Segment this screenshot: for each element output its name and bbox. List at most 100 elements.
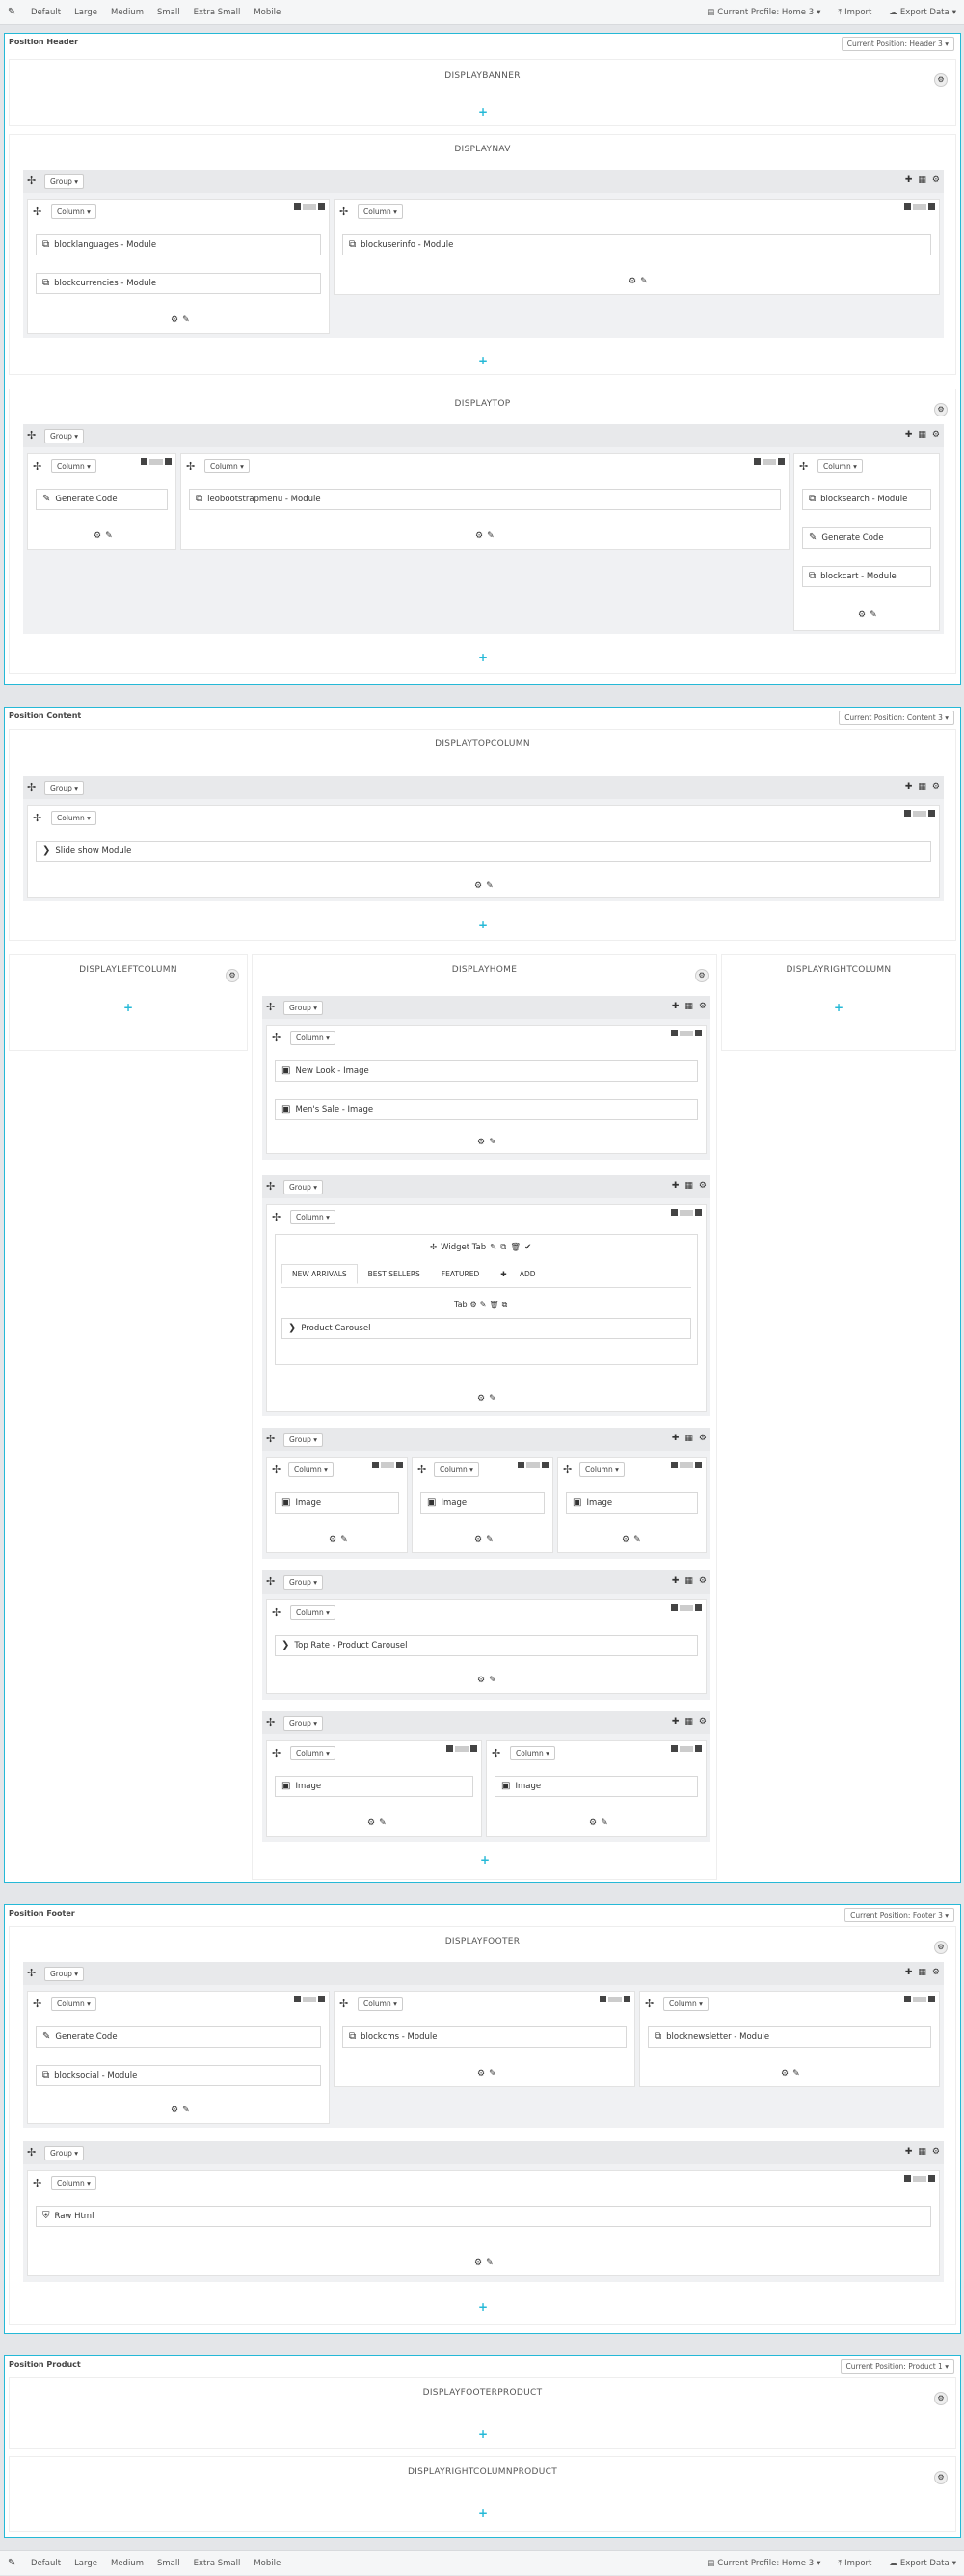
grid-icon[interactable]: ▦ (918, 2147, 926, 2157)
move-icon[interactable]: ✢ (430, 1243, 437, 1252)
gear-icon[interactable]: ⚙ (699, 1181, 707, 1191)
module-item[interactable]: ✎ Generate Code (802, 527, 931, 549)
column-dropdown[interactable]: Column ▾ (51, 459, 96, 473)
add-group-button[interactable]: + (834, 1002, 844, 1013)
group-dropdown[interactable]: Group ▾ (283, 1001, 323, 1015)
module-item[interactable]: ⧉ blockcart - Module (802, 566, 931, 587)
device-large[interactable]: Large (74, 8, 97, 17)
gear-icon[interactable]: ⚙ (367, 1818, 375, 1828)
edit-icon[interactable]: ✎ (379, 1818, 387, 1828)
export-button[interactable]: ☁ Export Data ▾ (889, 2559, 956, 2568)
move-icon[interactable]: ✢ (33, 813, 41, 823)
gear-icon[interactable]: ⚙ (932, 782, 940, 792)
grid-icon[interactable]: ▦ (684, 1181, 693, 1191)
tab-new-arrivals[interactable]: NEW ARRIVALS (281, 1264, 358, 1284)
group-dropdown[interactable]: Group ▾ (44, 1967, 84, 1981)
grid-icon[interactable]: ▦ (684, 1717, 693, 1727)
module-item[interactable]: ❯ Product Carousel (281, 1318, 691, 1339)
add-group-button[interactable]: + (480, 1854, 490, 1865)
column-dropdown[interactable]: Column ▾ (579, 1462, 625, 1477)
device-default[interactable]: Default (31, 8, 61, 17)
grid-icon[interactable]: ▦ (684, 1576, 693, 1586)
module-item[interactable]: ❯ Slide show Module (36, 841, 931, 862)
column-dropdown[interactable]: Column ▾ (51, 1997, 96, 2011)
column-size-controls[interactable] (671, 1745, 702, 1752)
gear-icon[interactable]: ⚙ (629, 277, 636, 286)
gear-icon[interactable]: ⚙ (329, 1535, 336, 1544)
gear-icon[interactable]: ⚙ (589, 1818, 597, 1828)
grid-icon[interactable]: ▦ (918, 1968, 926, 1977)
group-dropdown[interactable]: Group ▾ (44, 781, 84, 795)
gear-icon[interactable]: ⚙ (475, 531, 483, 541)
move-icon[interactable]: ✢ (27, 175, 36, 186)
gear-icon[interactable]: ⚙ (934, 403, 948, 416)
column-dropdown[interactable]: Column ▾ (663, 1997, 709, 2011)
column-size-controls[interactable] (671, 1209, 702, 1216)
gear-icon[interactable]: ⚙ (934, 73, 948, 87)
column-dropdown[interactable]: Column ▾ (290, 1605, 335, 1620)
gear-icon[interactable]: ⚙ (699, 1002, 707, 1011)
group-dropdown[interactable]: Group ▾ (44, 2146, 84, 2160)
plus-icon[interactable]: ✚ (905, 782, 913, 792)
tab-add[interactable]: ✚ ADD (490, 1264, 556, 1284)
column-dropdown[interactable]: Column ▾ (510, 1746, 555, 1760)
device-small[interactable]: Small (157, 2559, 180, 2568)
module-item[interactable]: ▣ Image (566, 1492, 698, 1514)
gear-icon[interactable]: ⚙ (474, 1535, 482, 1544)
module-item[interactable]: ▣ Men's Sale - Image (275, 1099, 698, 1120)
module-item[interactable]: ▣ Image (495, 1776, 698, 1797)
edit-icon[interactable]: ✎ (489, 2069, 496, 2079)
move-icon[interactable]: ✢ (645, 1999, 654, 2009)
column-dropdown[interactable]: Column ▾ (288, 1462, 334, 1477)
add-group-button[interactable]: + (478, 2508, 488, 2519)
gear-icon[interactable]: ⚙ (934, 2392, 948, 2405)
device-default[interactable]: Default (31, 2559, 61, 2568)
gear-icon[interactable]: ⚙ (934, 1941, 948, 1954)
move-icon[interactable]: ✢ (272, 1033, 281, 1043)
gear-icon[interactable]: ⚙ (171, 315, 178, 325)
gear-icon[interactable]: ⚙ (699, 1717, 707, 1727)
gear-icon[interactable]: ⚙ (622, 1535, 629, 1544)
gear-icon[interactable]: ⚙ (226, 969, 239, 982)
gear-icon[interactable]: ⚙ (474, 2258, 482, 2267)
profile-dropdown[interactable]: ▤ Current Profile: Home 3 ▾ (707, 2559, 820, 2568)
group-dropdown[interactable]: Group ▾ (283, 1716, 323, 1731)
plus-icon[interactable]: ✚ (672, 1717, 680, 1727)
column-dropdown[interactable]: Column ▾ (358, 1997, 403, 2011)
plus-icon[interactable]: ✚ (672, 1002, 680, 1011)
device-large[interactable]: Large (74, 2559, 97, 2568)
module-item[interactable]: ⧉ blocknewsletter - Module (648, 2026, 931, 2048)
gear-icon[interactable]: ⚙ (171, 2106, 178, 2115)
module-item[interactable]: ▣ New Look - Image (275, 1060, 698, 1082)
column-dropdown[interactable]: Column ▾ (290, 1746, 335, 1760)
grid-icon[interactable]: ▦ (918, 175, 926, 185)
move-icon[interactable]: ✢ (266, 1717, 275, 1728)
move-icon[interactable]: ✢ (339, 1999, 348, 2009)
add-group-button[interactable]: + (478, 355, 488, 366)
gear-icon[interactable]: ⚙ (934, 2471, 948, 2484)
column-size-controls[interactable] (600, 1996, 630, 2002)
gear-icon[interactable]: ⚙ (477, 1394, 485, 1404)
export-button[interactable]: ☁ Export Data ▾ (889, 8, 956, 17)
edit-icon[interactable]: ✎ (489, 1394, 496, 1404)
gear-icon[interactable]: ⚙ (477, 1138, 485, 1147)
move-icon[interactable]: ✢ (27, 782, 36, 792)
group-dropdown[interactable]: Group ▾ (283, 1433, 323, 1447)
module-item[interactable]: ⧉ leobootstrapmenu - Module (189, 489, 781, 510)
edit-icon[interactable]: ✎ (480, 1301, 487, 1310)
column-dropdown[interactable]: Column ▾ (434, 1462, 479, 1477)
edit-icon[interactable]: ✎ (601, 1818, 608, 1828)
column-dropdown[interactable]: Column ▾ (290, 1031, 335, 1045)
gear-icon[interactable]: ⚙ (932, 175, 940, 185)
grid-icon[interactable]: ▦ (918, 782, 926, 792)
move-icon[interactable]: ✢ (272, 1212, 281, 1222)
add-group-button[interactable]: + (123, 1002, 133, 1013)
move-icon[interactable]: ✢ (33, 461, 41, 471)
current-position-dropdown[interactable]: Current Position: Header 3 ▾ (841, 37, 954, 51)
group-dropdown[interactable]: Group ▾ (44, 174, 84, 189)
device-medium[interactable]: Medium (111, 2559, 144, 2568)
tab-featured[interactable]: FEATURED (431, 1264, 490, 1284)
column-size-controls[interactable] (518, 1462, 549, 1468)
gear-icon[interactable]: ⚙ (781, 2069, 789, 2079)
gear-icon[interactable]: ⚙ (932, 430, 940, 440)
